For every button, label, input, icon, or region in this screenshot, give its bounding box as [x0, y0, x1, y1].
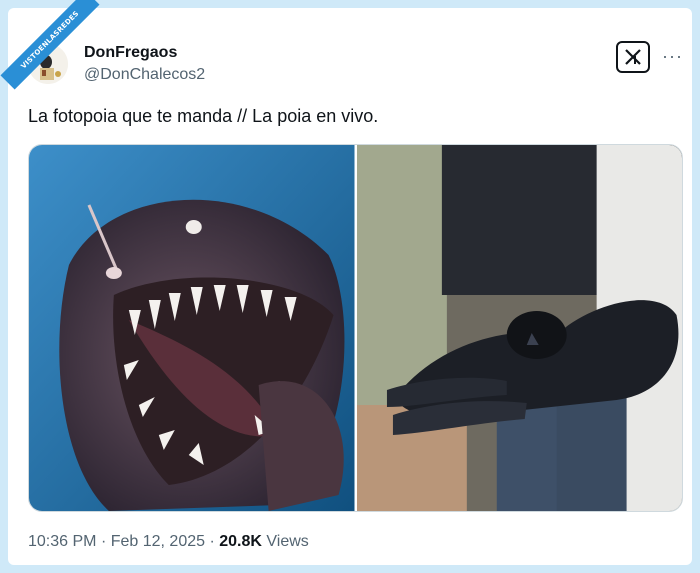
x-logo-icon[interactable]: [616, 41, 650, 73]
display-name[interactable]: DonFregaos: [84, 44, 177, 62]
more-options-icon[interactable]: ···: [662, 46, 683, 67]
tweet-media[interactable]: [28, 144, 683, 512]
tweet-meta: 10:36 PM · Feb 12, 2025 · 20.8K Views: [28, 533, 309, 551]
anglerfish-photo[interactable]: [29, 145, 355, 511]
views-label: Views: [266, 533, 309, 550]
separator: ·: [209, 533, 215, 550]
tweet-text: La fotopoia que te manda // La poia en v…: [28, 106, 379, 126]
views-count: 20.8K: [219, 533, 262, 550]
tweet-time[interactable]: 10:36 PM: [28, 533, 96, 550]
separator: ·: [100, 533, 107, 550]
tweet-date[interactable]: Feb 12, 2025: [111, 533, 205, 550]
gloved-hand-photo[interactable]: [356, 145, 682, 511]
user-handle[interactable]: @DonChalecos2: [84, 66, 205, 84]
tweet-card: VISTOENLASREDES DonFregaos @DonChalecos2…: [0, 0, 692, 565]
